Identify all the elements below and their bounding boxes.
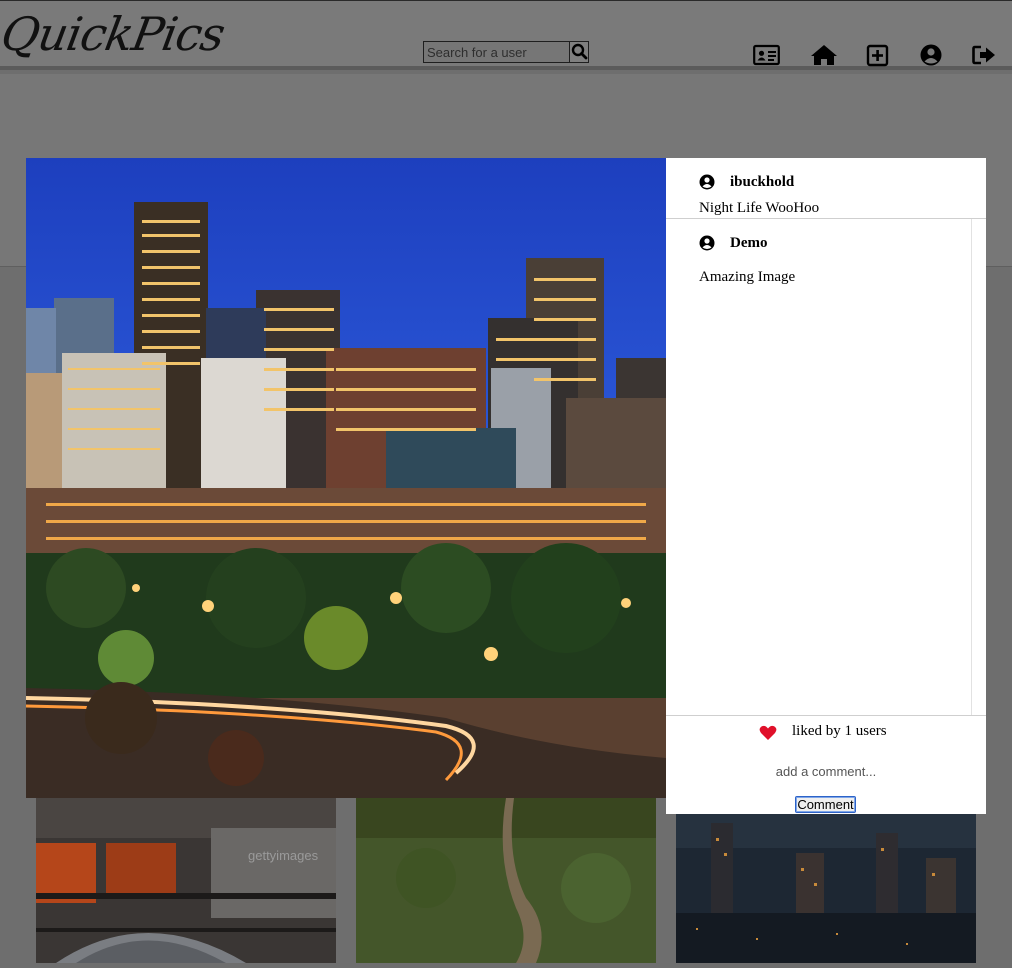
post-image bbox=[26, 158, 666, 798]
home-button[interactable] bbox=[810, 42, 837, 68]
feed-post-thumbnail[interactable] bbox=[676, 798, 976, 963]
svg-text:gettyimages: gettyimages bbox=[248, 848, 319, 863]
new-post-button[interactable] bbox=[866, 42, 892, 68]
comment-text: Amazing Image bbox=[699, 269, 796, 285]
user-circle-icon bbox=[699, 235, 715, 251]
user-circle-icon bbox=[699, 174, 715, 190]
top-nav-bar: QuickPics bbox=[0, 0, 1012, 70]
sign-out-icon bbox=[972, 45, 995, 65]
comment-list[interactable]: Demo Amazing Image bbox=[666, 219, 972, 715]
heart-icon[interactable] bbox=[759, 725, 777, 741]
comment-author[interactable]: Demo bbox=[730, 235, 768, 252]
plus-square-icon bbox=[866, 44, 889, 67]
comment-submit-button[interactable]: Comment bbox=[795, 796, 856, 813]
id-card-icon bbox=[753, 44, 780, 66]
search-button[interactable] bbox=[569, 42, 588, 62]
search-input[interactable] bbox=[424, 42, 572, 62]
post-author[interactable]: ibuckhold bbox=[730, 174, 794, 191]
post-caption: Night Life WooHoo bbox=[699, 200, 820, 216]
post-detail-panel: ibuckhold Night Life WooHoo Demo Amazing… bbox=[666, 158, 986, 814]
logo[interactable]: QuickPics bbox=[0, 1, 230, 67]
comment-input[interactable] bbox=[666, 748, 986, 794]
search-icon bbox=[571, 43, 588, 60]
user-circle-icon bbox=[920, 44, 942, 66]
user-search bbox=[423, 41, 589, 63]
logout-button[interactable] bbox=[971, 42, 997, 68]
profile-card-button[interactable] bbox=[753, 42, 780, 68]
feed-post-thumbnail[interactable]: gettyimages bbox=[36, 798, 336, 963]
feed-post-thumbnail[interactable] bbox=[356, 798, 656, 963]
home-icon bbox=[811, 45, 837, 65]
likes-count: liked by 1 users bbox=[792, 723, 887, 739]
post-header: ibuckhold Night Life WooHoo bbox=[666, 158, 986, 219]
my-profile-button[interactable] bbox=[918, 42, 944, 68]
likes-row: liked by 1 users bbox=[666, 715, 986, 749]
